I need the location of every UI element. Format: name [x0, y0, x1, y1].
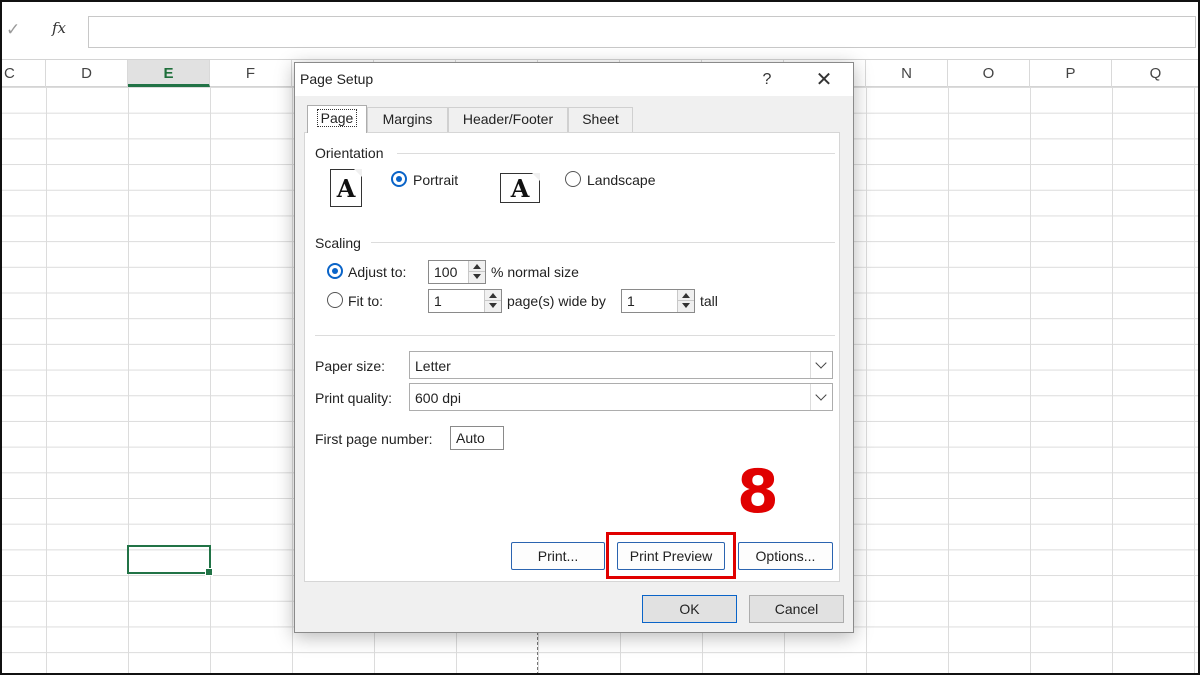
fit-to-radio[interactable] — [327, 292, 343, 308]
adjust-percent-spinner[interactable]: 100 — [428, 260, 486, 284]
column-header-d[interactable]: D — [46, 60, 128, 87]
formula-input[interactable] — [88, 16, 1196, 48]
pages-wide-label: page(s) wide by — [507, 293, 606, 309]
fit-wide-value[interactable]: 1 — [434, 293, 442, 309]
cancel-button[interactable]: Cancel — [749, 595, 844, 623]
print-quality-value: 600 dpi — [415, 390, 461, 406]
adjust-to-label[interactable]: Adjust to: — [348, 264, 406, 280]
column-header-n[interactable]: N — [866, 60, 948, 87]
function-icon[interactable]: fx — [52, 19, 66, 37]
print-quality-select[interactable]: 600 dpi — [409, 383, 833, 411]
fit-to-label[interactable]: Fit to: — [348, 293, 383, 309]
orientation-label: Orientation — [315, 145, 384, 161]
adjust-percent-value[interactable]: 100 — [434, 264, 457, 280]
ok-button[interactable]: OK — [642, 595, 737, 623]
dialog-title: Page Setup — [300, 71, 374, 87]
portrait-page-icon: A — [330, 169, 362, 207]
print-button[interactable]: Print... — [511, 542, 605, 570]
column-header-f[interactable]: F — [210, 60, 292, 87]
fit-tall-spinner[interactable]: 1 — [621, 289, 695, 313]
tab-page[interactable]: Page — [307, 105, 367, 133]
portrait-radio[interactable] — [391, 171, 407, 187]
active-cell-selection[interactable] — [127, 545, 213, 576]
adjust-to-radio[interactable] — [327, 263, 343, 279]
paper-size-select[interactable]: Letter — [409, 351, 833, 379]
landscape-label[interactable]: Landscape — [587, 172, 656, 188]
orientation-divider — [397, 153, 835, 154]
first-page-number-label: First page number: — [315, 431, 433, 447]
close-icon[interactable]: ✕ — [809, 67, 839, 93]
tall-label: tall — [700, 293, 718, 309]
print-quality-label: Print quality: — [315, 390, 393, 406]
step-number-annotation: 8 — [737, 457, 779, 527]
tab-margins[interactable]: Margins — [367, 107, 448, 132]
fit-wide-spinner[interactable]: 1 — [428, 289, 502, 313]
spinner-arrows-icon[interactable] — [484, 290, 501, 312]
formula-bar: ✓ fx — [0, 0, 1200, 58]
options-button[interactable]: Options... — [738, 542, 833, 570]
chevron-down-icon[interactable] — [810, 352, 832, 378]
spinner-arrows-icon[interactable] — [468, 261, 485, 283]
page-break-line — [537, 632, 538, 675]
paper-size-value: Letter — [415, 358, 451, 374]
column-header-p[interactable]: P — [1030, 60, 1112, 87]
highlight-box — [606, 532, 736, 579]
landscape-page-icon: A — [500, 173, 540, 203]
normal-size-label: % normal size — [491, 264, 579, 280]
section-divider — [315, 335, 835, 336]
dialog-titlebar[interactable]: Page Setup ? ✕ — [295, 63, 853, 96]
paper-size-label: Paper size: — [315, 358, 386, 374]
help-icon[interactable]: ? — [754, 67, 780, 93]
scaling-divider — [371, 242, 835, 243]
column-header-o[interactable]: O — [948, 60, 1030, 87]
chevron-down-icon[interactable] — [810, 384, 832, 410]
column-header-e[interactable]: E — [128, 60, 210, 87]
column-header-c[interactable]: C — [0, 60, 46, 87]
column-header-q[interactable]: Q — [1112, 60, 1200, 87]
check-icon[interactable]: ✓ — [6, 20, 20, 40]
fit-tall-value[interactable]: 1 — [627, 293, 635, 309]
first-page-number-input[interactable]: Auto — [450, 426, 504, 450]
spinner-arrows-icon[interactable] — [677, 290, 694, 312]
tab-header-footer[interactable]: Header/Footer — [448, 107, 568, 132]
first-page-number-value[interactable]: Auto — [456, 430, 485, 446]
landscape-radio[interactable] — [565, 171, 581, 187]
tab-sheet[interactable]: Sheet — [568, 107, 633, 132]
portrait-label[interactable]: Portrait — [413, 172, 458, 188]
page-setup-dialog: Page Setup ? ✕ Page Margins Header/Foote… — [294, 62, 854, 633]
scaling-label: Scaling — [315, 235, 361, 251]
